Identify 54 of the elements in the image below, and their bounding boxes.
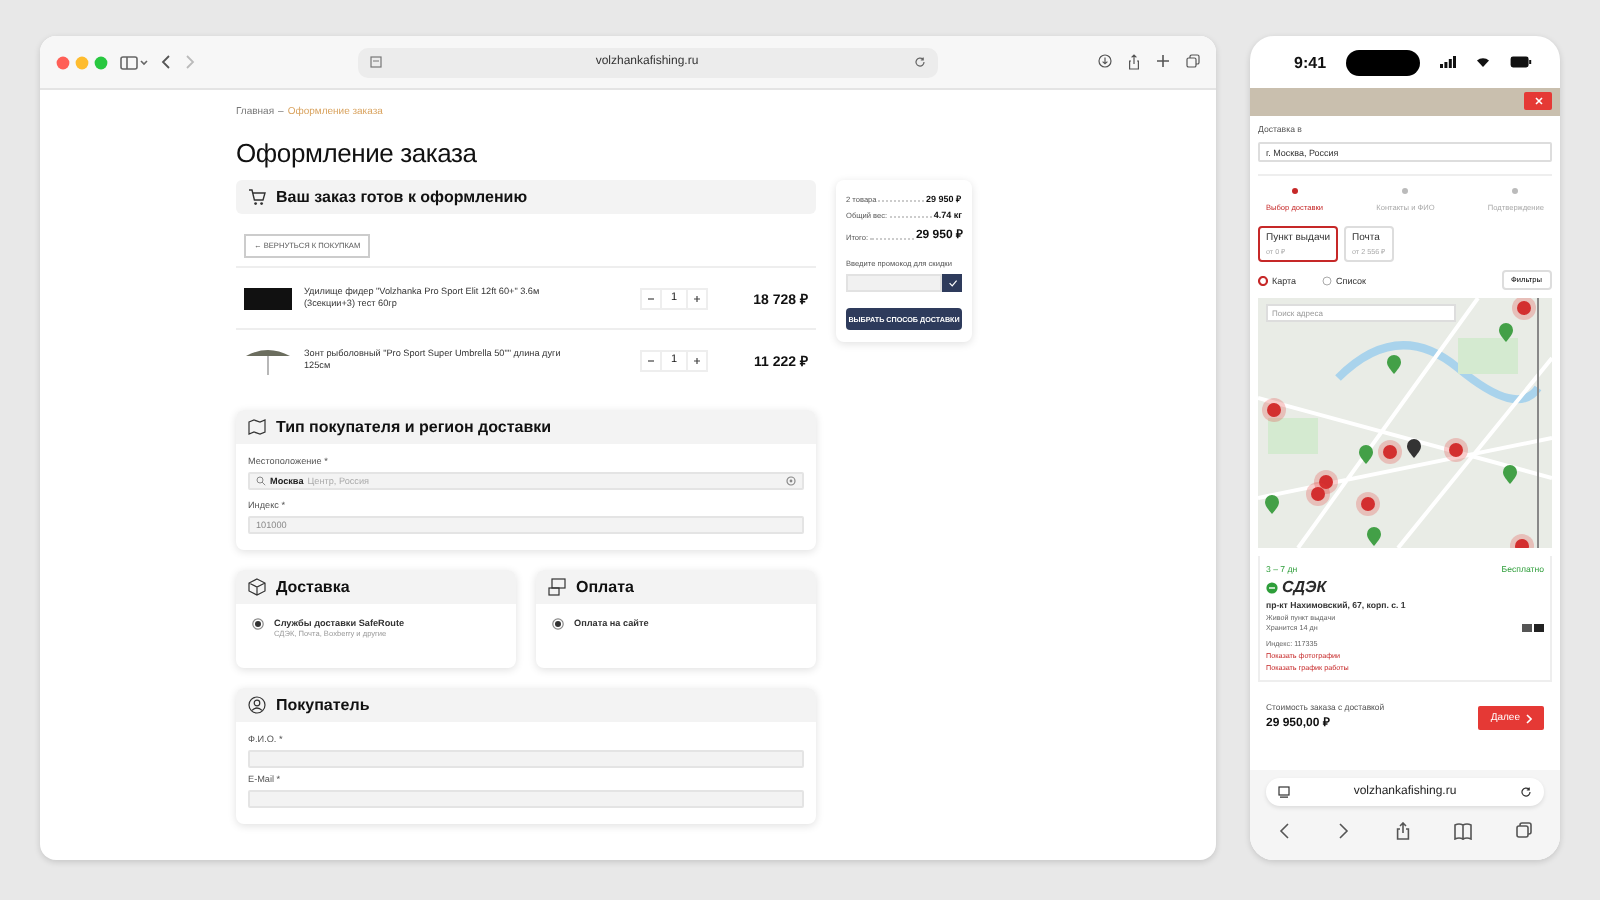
payment-icon <box>548 578 566 596</box>
battery-icon <box>1510 56 1532 68</box>
umbrella-icon <box>244 344 292 376</box>
status-time: 9:41 <box>1294 53 1327 71</box>
bookmarks-icon[interactable] <box>1453 822 1472 840</box>
checkmark-icon[interactable] <box>947 278 957 288</box>
page-icon <box>369 56 381 68</box>
box-icon <box>248 578 266 596</box>
page-icon <box>1278 786 1290 798</box>
section-title: Доставка <box>276 578 350 596</box>
back-icon[interactable] <box>1278 822 1292 840</box>
carrier-logo-icon <box>1266 581 1278 593</box>
plus-icon[interactable] <box>692 355 702 365</box>
apply-button[interactable] <box>942 274 962 292</box>
reload-icon[interactable] <box>1520 786 1532 798</box>
sidebar-icon[interactable] <box>120 55 148 69</box>
tabs-icon[interactable] <box>1516 822 1532 838</box>
close-icon[interactable] <box>1533 96 1543 106</box>
radio-button[interactable] <box>252 618 264 630</box>
page-title: Оформление заказа <box>236 138 479 168</box>
minus-icon[interactable] <box>646 293 656 303</box>
section-title: Покупатель <box>276 696 370 714</box>
share-icon[interactable] <box>1128 54 1140 70</box>
section-title: Ваш заказ готов к оформлению <box>276 188 528 206</box>
close-button[interactable] <box>1524 92 1552 110</box>
map-drawing[interactable] <box>1258 298 1552 548</box>
cart-icon <box>248 188 266 206</box>
input-field[interactable] <box>248 790 804 808</box>
plus-icon[interactable] <box>692 293 702 303</box>
radio-button[interactable] <box>1322 275 1333 285</box>
input-field[interactable] <box>248 750 804 768</box>
section-title: Тип покупателя и регион доставки <box>276 418 552 436</box>
photo-placeholder <box>244 287 292 309</box>
camera-island <box>1346 49 1420 75</box>
window-controls-drawing[interactable] <box>56 55 108 69</box>
user-icon <box>248 696 266 714</box>
wifi-icon <box>1476 56 1490 68</box>
search-icon <box>256 476 266 486</box>
payment-cards-icon <box>1522 624 1544 632</box>
section-title: Оплата <box>576 578 634 596</box>
signal-icon <box>1440 56 1456 68</box>
promo-code-field[interactable] <box>846 274 942 292</box>
tabs-icon[interactable] <box>1186 54 1200 68</box>
share-icon[interactable] <box>1395 822 1409 840</box>
map-icon <box>248 418 266 436</box>
download-icon[interactable] <box>1098 54 1112 68</box>
minus-icon[interactable] <box>646 355 656 365</box>
chevron-right-icon[interactable] <box>1526 713 1532 723</box>
carrier-name: СДЭК <box>1282 578 1327 596</box>
radio-button[interactable] <box>552 618 564 630</box>
radio-button[interactable] <box>1258 275 1268 285</box>
plus-icon[interactable] <box>1156 54 1170 68</box>
back-icon[interactable] <box>160 54 172 70</box>
forward-icon[interactable] <box>1336 822 1351 840</box>
